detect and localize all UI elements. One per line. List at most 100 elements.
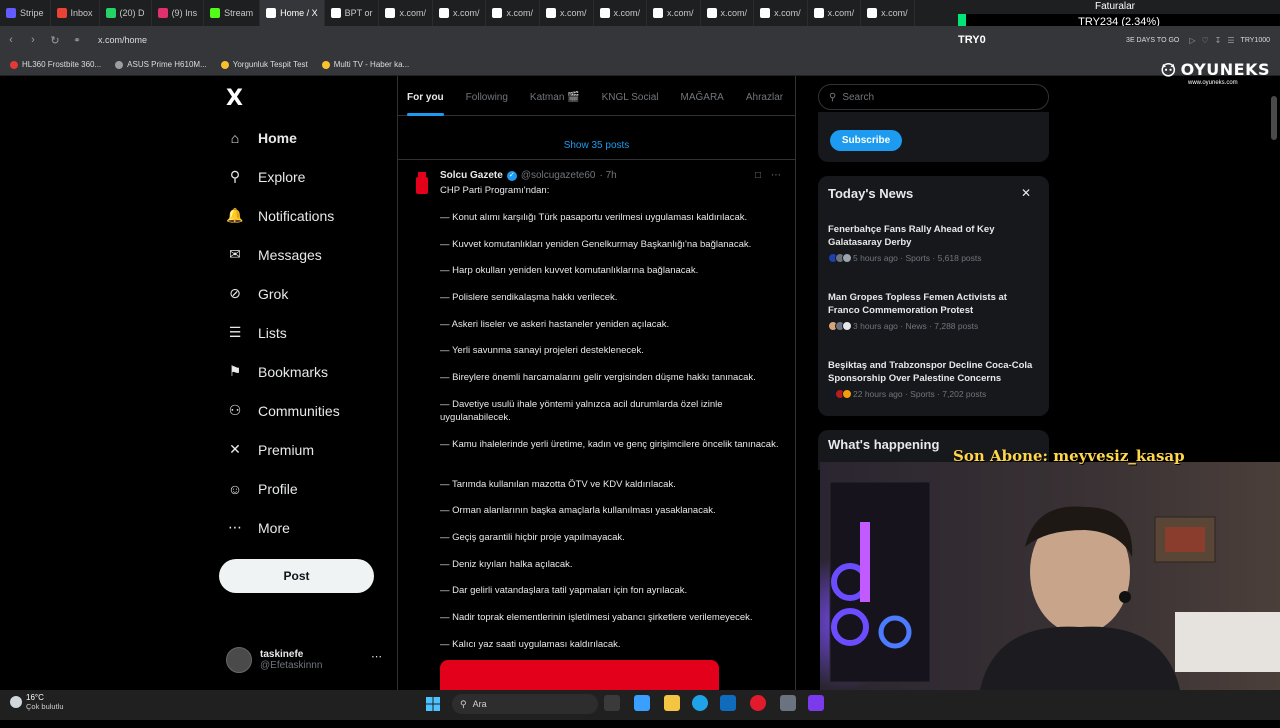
forward-icon[interactable]: › <box>22 34 44 46</box>
close-icon[interactable]: ✕ <box>1021 186 1031 200</box>
browser-tab[interactable]: x.com/ <box>594 0 648 26</box>
bookmark-item[interactable]: Multi TV - Haber ka... <box>321 60 409 69</box>
opera-icon[interactable] <box>750 695 766 711</box>
browser-tab[interactable]: Inbox <box>51 0 100 26</box>
sidebar-item-explore[interactable]: ⚲ Explore <box>218 157 398 196</box>
taskbar-search[interactable]: ⚲ Ara <box>452 694 598 714</box>
tweet-line: — Tarımda kullanılan mazotta ÖTV ve KDV … <box>440 479 676 490</box>
show-new-posts-button[interactable]: Show 35 posts <box>397 132 796 160</box>
play-icon[interactable]: ▷ <box>1189 36 1195 45</box>
browser-tab[interactable]: Stripe <box>0 0 51 26</box>
sidebar-item-grok[interactable]: ⊘ Grok <box>218 274 398 313</box>
oyuneks-mascot-icon <box>1161 62 1176 77</box>
bookmark-item[interactable]: HL360 Frostbite 360... <box>10 60 101 69</box>
download-icon[interactable]: ↧ <box>1215 36 1222 45</box>
grok-explain-icon[interactable]: □ <box>755 170 761 181</box>
news-headline: Man Gropes Topless Femen Activists at Fr… <box>828 292 1007 316</box>
account-switcher[interactable]: taskinefe @Efetaskinnn <box>226 642 386 678</box>
timeline-tab[interactable]: For you <box>407 80 444 116</box>
list-icon: ☰ <box>228 324 242 340</box>
bookmark-item[interactable]: ASUS Prime H610M... <box>115 60 207 69</box>
sidebar-item-notifications[interactable]: 🔔 Notifications <box>218 196 398 235</box>
site-info-icon[interactable]: ⚭ <box>66 35 88 46</box>
edge-icon[interactable] <box>692 695 708 711</box>
account-more-icon[interactable]: ⋯ <box>371 650 382 663</box>
news-item[interactable]: Beşiktaş and Trabzonspor Decline Coca-Co… <box>828 359 1040 399</box>
windows-start-icon[interactable] <box>426 697 440 711</box>
settings-icon[interactable] <box>780 695 796 711</box>
sidebar-item-bookmarks[interactable]: ⚑ Bookmarks <box>218 352 398 391</box>
tab-favicon-icon <box>330 8 341 18</box>
timeline-tab[interactable]: Ahrazlar <box>746 80 783 116</box>
oyuneks-logo-url: www.oyuneks.com <box>1188 80 1238 86</box>
x-logo[interactable]: X <box>226 86 243 111</box>
news-meta: 22 hours ago · Sports · 7,202 posts <box>853 389 987 399</box>
search-input[interactable]: ⚲ Search <box>818 84 1049 110</box>
last-subscriber-label: Son Abone: meyvesiz_kasap <box>953 447 1185 465</box>
app-icon[interactable] <box>808 695 824 711</box>
news-item[interactable]: Man Gropes Topless Femen Activists at Fr… <box>828 291 1040 331</box>
page-scrollbar[interactable] <box>1271 96 1277 140</box>
browser-tab[interactable]: x.com/ <box>808 0 862 26</box>
sidebar-item-more[interactable]: ⋯ More <box>218 508 398 547</box>
sidebar-item-home[interactable]: ⌂ Home <box>218 118 398 157</box>
timeline-tab[interactable]: Following <box>466 80 508 116</box>
tab-favicon-icon <box>56 8 67 18</box>
browser-tab[interactable]: x.com/ <box>754 0 808 26</box>
browser-tab[interactable]: x.com/ <box>379 0 433 26</box>
browser-tab[interactable]: Home / X <box>260 0 325 26</box>
sidebar-item-profile[interactable]: ☺ Profile <box>218 469 398 508</box>
subscribe-button[interactable]: Subscribe <box>830 130 902 151</box>
tweet-author-handle[interactable]: @solcugazete60 <box>521 170 596 181</box>
browser-tab[interactable]: x.com/ <box>540 0 594 26</box>
post-button[interactable]: Post <box>219 559 374 593</box>
store-icon[interactable] <box>720 695 736 711</box>
tweet-more-icon[interactable]: ⋯ <box>771 170 781 181</box>
bookmark-label: ASUS Prime H610M... <box>127 60 207 69</box>
sidebar-item-label: Grok <box>258 285 289 302</box>
news-meta: 3 hours ago · News · 7,288 posts <box>853 321 979 331</box>
bookmark-item[interactable]: Yorgunluk Tespit Test <box>220 60 308 69</box>
browser-tab[interactable]: (9) Ins <box>152 0 205 26</box>
browser-tab[interactable]: BPT or <box>325 0 380 26</box>
browser-tab[interactable]: x.com/ <box>861 0 915 26</box>
back-icon[interactable]: ‹ <box>0 34 22 46</box>
file-explorer-icon[interactable] <box>664 695 680 711</box>
browser-tab[interactable]: x.com/ <box>433 0 487 26</box>
news-item[interactable]: Fenerbahçe Fans Rally Ahead of Key Galat… <box>828 223 1040 263</box>
task-view-icon[interactable] <box>604 695 620 711</box>
tweet-media-image[interactable] <box>440 660 719 690</box>
extension-label[interactable]: 3E DAYS TO GO <box>1126 37 1179 44</box>
todays-news-title: Today's News <box>828 186 914 201</box>
menu-icon[interactable]: ☰ <box>1227 36 1234 45</box>
weather-widget[interactable]: 16°C Çok bulutlu <box>10 693 64 711</box>
tweet-line: — Kalıcı yaz saati uygulaması kaldırılac… <box>440 639 621 650</box>
url-field[interactable]: x.com/home <box>98 35 147 45</box>
sidebar-item-lists[interactable]: ☰ Lists <box>218 313 398 352</box>
sidebar-item-label: Premium <box>258 441 315 458</box>
tweet-time[interactable]: · 7h <box>599 170 616 181</box>
browser-tab[interactable]: (20) D <box>100 0 152 26</box>
tweet-line: — Kamu ihalelerinde yerli üretime, kadın… <box>440 439 779 450</box>
timeline-tab[interactable]: MAĞARA <box>681 80 724 116</box>
tweet-author-name[interactable]: Solcu Gazete <box>440 170 503 181</box>
left-navigation: ⌂ Home ⚲ Explore 🔔 Notifications ✉ Messages ⊘ Gro… <box>218 118 398 728</box>
sidebar-item-communities[interactable]: ⚇ Communities <box>218 391 398 430</box>
oyuneks-logo-text: OYUNEKS <box>1180 59 1270 79</box>
timeline-tab[interactable]: KNGL Social <box>602 80 659 116</box>
sidebar-item-premium[interactable]: ✕ Premium <box>218 430 398 469</box>
tab-favicon-icon <box>546 8 556 18</box>
sidebar-item-messages[interactable]: ✉ Messages <box>218 235 398 274</box>
timeline-tab[interactable]: Katman 🎬 <box>530 80 580 116</box>
browser-tab[interactable]: x.com/ <box>647 0 701 26</box>
tweet-author-avatar[interactable] <box>412 172 432 194</box>
browser-tab[interactable]: x.com/ <box>486 0 540 26</box>
browser-tab[interactable]: Stream <box>204 0 261 26</box>
heart-icon[interactable]: ♡ <box>1202 36 1209 45</box>
reload-icon[interactable]: ↻ <box>44 34 66 47</box>
browser-tab[interactable]: x.com/ <box>701 0 755 26</box>
try-badge[interactable]: TRY1000 <box>1241 37 1270 44</box>
copilot-icon[interactable] <box>634 695 650 711</box>
search-icon: ⚲ <box>829 91 837 103</box>
browser-tab-label: x.com/ <box>827 8 855 18</box>
